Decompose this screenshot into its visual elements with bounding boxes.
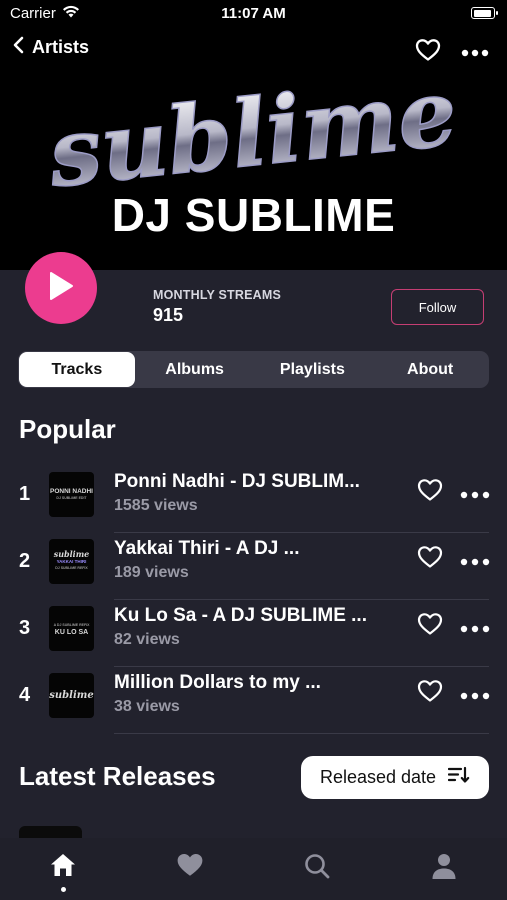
artist-hero: Carrier 11:07 AM Artists sublime DJ SUBL…	[0, 0, 507, 270]
track-rank: 1	[19, 483, 31, 505]
artist-logo-art: sublime	[42, 57, 462, 205]
more-options-icon[interactable]	[460, 620, 490, 638]
svg-text:sublime: sublime	[43, 58, 462, 205]
more-options-icon[interactable]	[460, 486, 490, 504]
heart-icon[interactable]	[417, 612, 443, 641]
divider	[114, 599, 489, 600]
track-title: Yakkai Thiri - A DJ ...	[114, 538, 300, 559]
tab-about[interactable]: About	[372, 352, 488, 387]
track-artwork: PONNI NADHI DJ SUBLIME EDIT	[49, 472, 94, 517]
track-row[interactable]: 3 A DJ SUBLIME REFIX KU LO SA Ku Lo Sa -…	[0, 601, 507, 667]
divider	[114, 733, 489, 734]
artwork-text: DJ SUBLIME EDIT	[56, 495, 87, 500]
tab-playlists[interactable]: Playlists	[255, 352, 371, 387]
track-artwork: sublime	[49, 673, 94, 718]
tabbar-favorites[interactable]	[127, 838, 254, 900]
track-title: Ku Lo Sa - A DJ SUBLIME ...	[114, 605, 367, 626]
status-time: 11:07 AM	[221, 5, 286, 22]
artwork-text: A DJ SUBLIME REFIX	[53, 622, 90, 627]
track-artwork: A DJ SUBLIME REFIX KU LO SA	[49, 606, 94, 651]
track-views: 189 views	[114, 564, 189, 581]
monthly-streams-label: MONTHLY STREAMS	[153, 288, 282, 302]
more-options-icon[interactable]	[460, 553, 490, 571]
bottom-tab-bar	[0, 838, 507, 900]
track-row[interactable]: 4 sublime Million Dollars to my ... 38 v…	[0, 668, 507, 734]
heart-icon	[176, 852, 204, 883]
track-title: Million Dollars to my ...	[114, 672, 321, 693]
track-views: 38 views	[114, 698, 180, 715]
latest-releases-heading: Latest Releases	[19, 761, 216, 791]
artwork-text: YAKKAI THIRI	[56, 559, 87, 564]
track-rank: 2	[19, 550, 31, 572]
tabbar-home[interactable]	[0, 838, 127, 900]
artwork-text: KU LO SA	[54, 628, 89, 636]
divider	[114, 666, 489, 667]
search-icon	[303, 852, 331, 885]
play-button[interactable]	[25, 252, 97, 324]
track-row[interactable]: 2 sublime YAKKAI THIRI DJ SUBLIME REFIX …	[0, 534, 507, 600]
track-rank: 4	[19, 684, 31, 706]
battery-icon	[471, 7, 498, 19]
follow-button[interactable]: Follow	[391, 289, 484, 325]
monthly-streams-value: 915	[153, 305, 184, 325]
artwork-text: PONNI NADHI	[50, 487, 93, 495]
sort-label: Released date	[319, 767, 437, 787]
track-title: Ponni Nadhi - DJ SUBLIM...	[114, 471, 360, 492]
status-bar: Carrier 11:07 AM	[0, 0, 507, 28]
track-views: 82 views	[114, 631, 180, 648]
heart-icon[interactable]	[417, 545, 443, 574]
divider	[114, 532, 489, 533]
person-icon	[431, 852, 457, 885]
track-artwork: sublime YAKKAI THIRI DJ SUBLIME REFIX	[49, 539, 94, 584]
play-icon	[48, 271, 74, 306]
tabbar-profile[interactable]	[380, 838, 507, 900]
active-indicator	[60, 887, 66, 892]
more-options-icon[interactable]	[460, 687, 490, 705]
tab-albums[interactable]: Albums	[137, 352, 253, 387]
artwork-text: DJ SUBLIME REFIX	[55, 566, 88, 570]
track-row[interactable]: 1 PONNI NADHI DJ SUBLIME EDIT Ponni Nadh…	[0, 467, 507, 533]
tab-tracks[interactable]: Tracks	[19, 352, 135, 387]
popular-heading: Popular	[19, 414, 116, 444]
sort-released-date-button[interactable]: Released date	[301, 756, 489, 799]
track-views: 1585 views	[114, 497, 198, 514]
home-icon	[49, 852, 77, 883]
artist-name: DJ SUBLIME	[111, 189, 396, 241]
heart-icon[interactable]	[417, 478, 443, 507]
artwork-text: sublime	[49, 690, 94, 701]
sort-icon	[447, 766, 470, 789]
track-rank: 3	[19, 617, 31, 639]
heart-icon[interactable]	[417, 679, 443, 708]
segmented-tabs: Tracks Albums Playlists About	[18, 351, 489, 388]
artwork-text: sublime	[53, 549, 90, 559]
tabbar-search[interactable]	[254, 838, 381, 900]
